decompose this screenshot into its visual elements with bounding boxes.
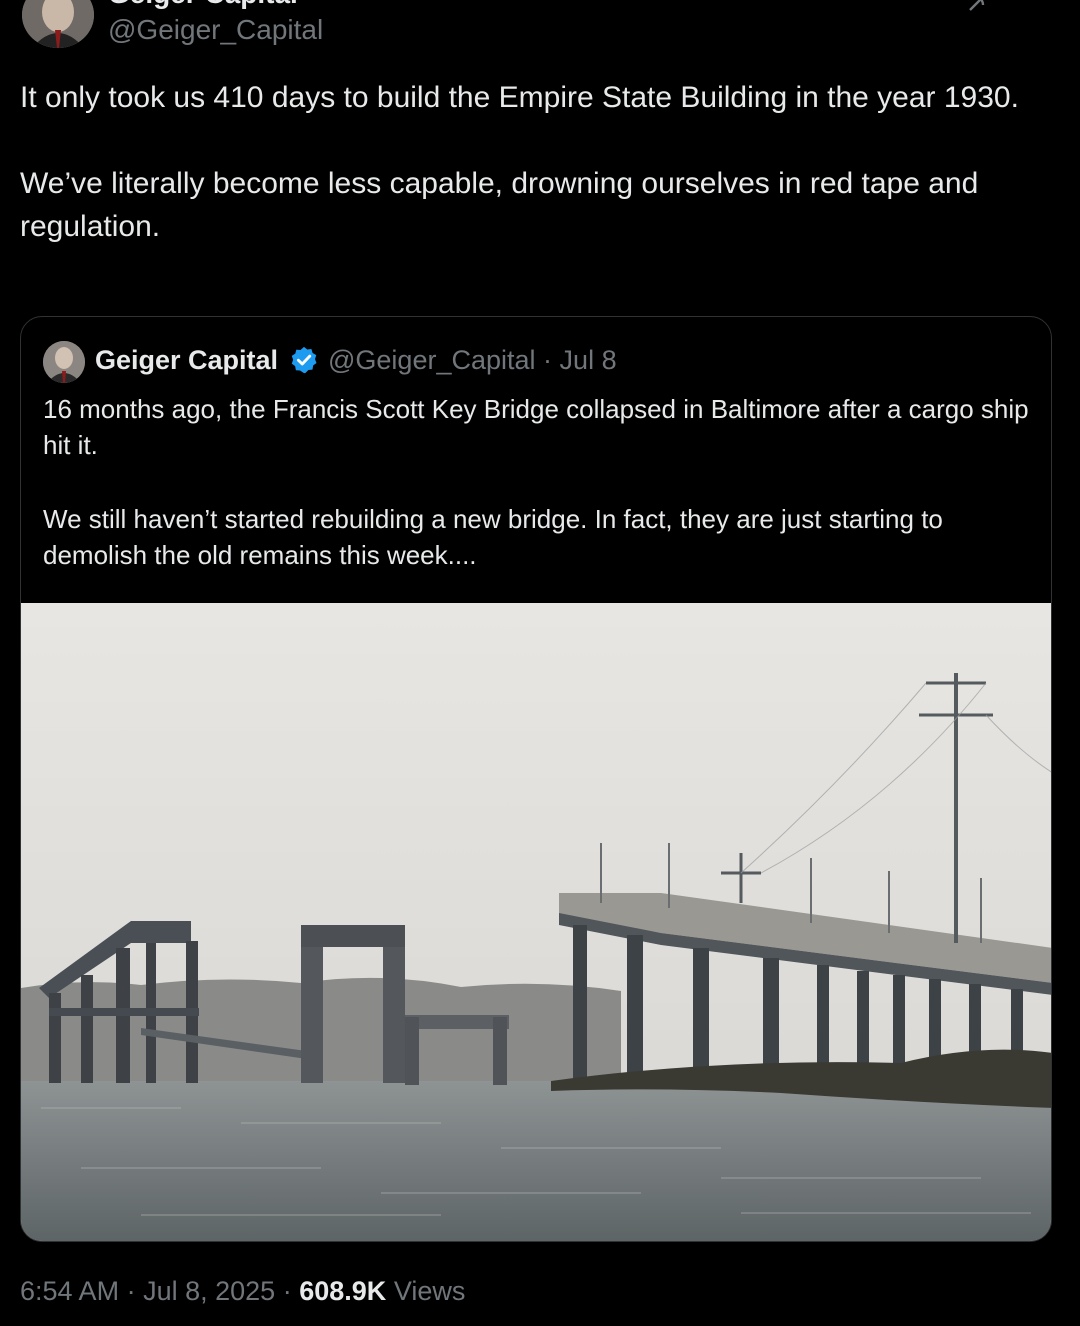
quoted-avatar[interactable] xyxy=(43,341,85,383)
quoted-paragraph: 16 months ago, the Francis Scott Key Bri… xyxy=(43,394,1029,460)
views-label: Views xyxy=(393,1276,466,1306)
quoted-handle-date[interactable]: @Geiger_Capital · Jul 8 xyxy=(328,345,617,376)
tweet-paragraph: We’ve literally become less capable, dro… xyxy=(20,167,979,243)
quoted-tweet-text: 16 months ago, the Francis Scott Key Bri… xyxy=(43,391,1033,573)
separator-dot: · xyxy=(126,1276,136,1306)
tweet-paragraph: It only took us 410 days to build the Em… xyxy=(20,81,1019,114)
quoted-tweet-card[interactable]: Geiger Capital @Geiger_Capital · Jul 8 1… xyxy=(20,316,1052,1242)
separator-dot: · xyxy=(282,1276,292,1306)
grok-icon[interactable] xyxy=(966,0,988,14)
tweet-date[interactable]: Jul 8, 2025 xyxy=(143,1276,275,1306)
tweet-header: Geiger Capital @Geiger_Capital xyxy=(0,0,1080,60)
quoted-handle[interactable]: @Geiger_Capital xyxy=(328,345,536,375)
tweet-text: It only took us 410 days to build the Em… xyxy=(20,76,1060,248)
quoted-display-name[interactable]: Geiger Capital xyxy=(95,345,278,376)
author-handle[interactable]: @Geiger_Capital xyxy=(108,14,323,46)
quoted-paragraph: We still haven’t started rebuilding a ne… xyxy=(43,504,943,570)
author-display-name[interactable]: Geiger Capital xyxy=(108,0,298,10)
tweet-time[interactable]: 6:54 AM xyxy=(20,1276,119,1306)
separator-dot: · xyxy=(543,345,553,375)
views-count: 608.9K xyxy=(299,1276,387,1306)
verified-badge-icon xyxy=(291,346,317,374)
avatar[interactable] xyxy=(22,0,94,48)
bridge-photo[interactable] xyxy=(21,603,1052,1242)
quoted-date[interactable]: Jul 8 xyxy=(560,345,617,375)
tweet-meta: 6:54 AM · Jul 8, 2025 · 608.9K Views xyxy=(20,1276,465,1307)
